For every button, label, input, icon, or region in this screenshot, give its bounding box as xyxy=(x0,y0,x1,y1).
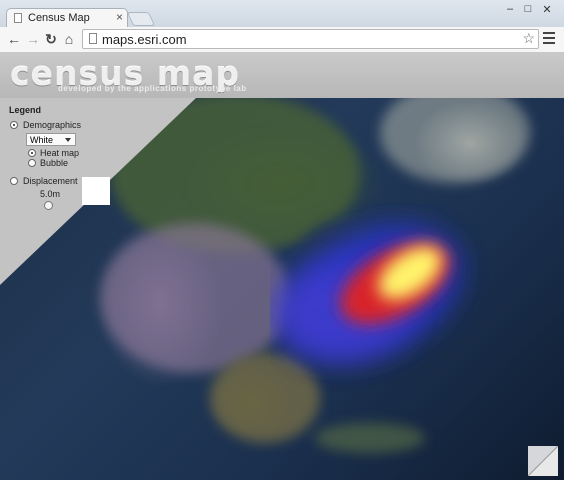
displacement-value: 5.0m xyxy=(40,189,61,199)
chevron-down-icon xyxy=(65,138,71,142)
displacement-label: Displacement xyxy=(23,176,78,186)
select-value: White xyxy=(30,135,54,145)
app-subtitle: developed by the applications prototype … xyxy=(58,84,247,93)
address-bar[interactable]: maps.esri.com ☆ xyxy=(82,29,539,49)
legend-title: Legend xyxy=(9,105,42,115)
home-icon[interactable]: ⌂ xyxy=(61,30,77,48)
back-arrow-icon[interactable]: ← xyxy=(6,30,22,48)
forward-arrow-icon[interactable]: → xyxy=(25,30,41,48)
minimize-icon[interactable]: – xyxy=(503,3,517,15)
displacement-radio[interactable] xyxy=(10,177,18,185)
url-text[interactable]: maps.esri.com xyxy=(102,32,187,47)
bookmark-star-icon[interactable]: ☆ xyxy=(522,30,535,47)
browser-tab[interactable]: Census Map × xyxy=(6,8,128,27)
page-icon xyxy=(14,13,22,23)
demographics-radio[interactable] xyxy=(10,121,18,129)
heat-map-overlay xyxy=(270,225,460,361)
maximize-icon[interactable]: □ xyxy=(521,3,535,15)
close-window-icon[interactable]: ✕ xyxy=(540,3,554,16)
tab-close-icon[interactable]: × xyxy=(116,10,123,24)
title-bar: Census Map × – □ ✕ xyxy=(0,0,564,27)
reload-icon[interactable]: ↻ xyxy=(43,30,59,48)
bubble-label: Bubble xyxy=(40,158,69,168)
new-tab-button[interactable] xyxy=(126,12,156,26)
page-curl-icon[interactable] xyxy=(528,446,558,476)
panel-corner xyxy=(82,177,110,205)
menu-icon[interactable] xyxy=(543,32,555,47)
caribbean-landmass xyxy=(315,423,425,453)
browser-toolbar: ← → ↻ ⌂ maps.esri.com ☆ xyxy=(0,27,564,53)
demographics-label: Demographics xyxy=(23,120,82,130)
heat-map-label: Heat map xyxy=(40,148,80,158)
page-info-icon[interactable] xyxy=(89,33,97,44)
demographic-group-select[interactable]: White xyxy=(26,133,76,146)
census-map-page: census map developed by the applications… xyxy=(0,53,564,480)
tab-title: Census Map xyxy=(28,12,90,24)
arctic-landmass xyxy=(380,83,530,183)
displacement-slider[interactable] xyxy=(44,201,53,210)
heat-map-radio[interactable] xyxy=(28,149,36,157)
bubble-radio[interactable] xyxy=(28,159,36,167)
